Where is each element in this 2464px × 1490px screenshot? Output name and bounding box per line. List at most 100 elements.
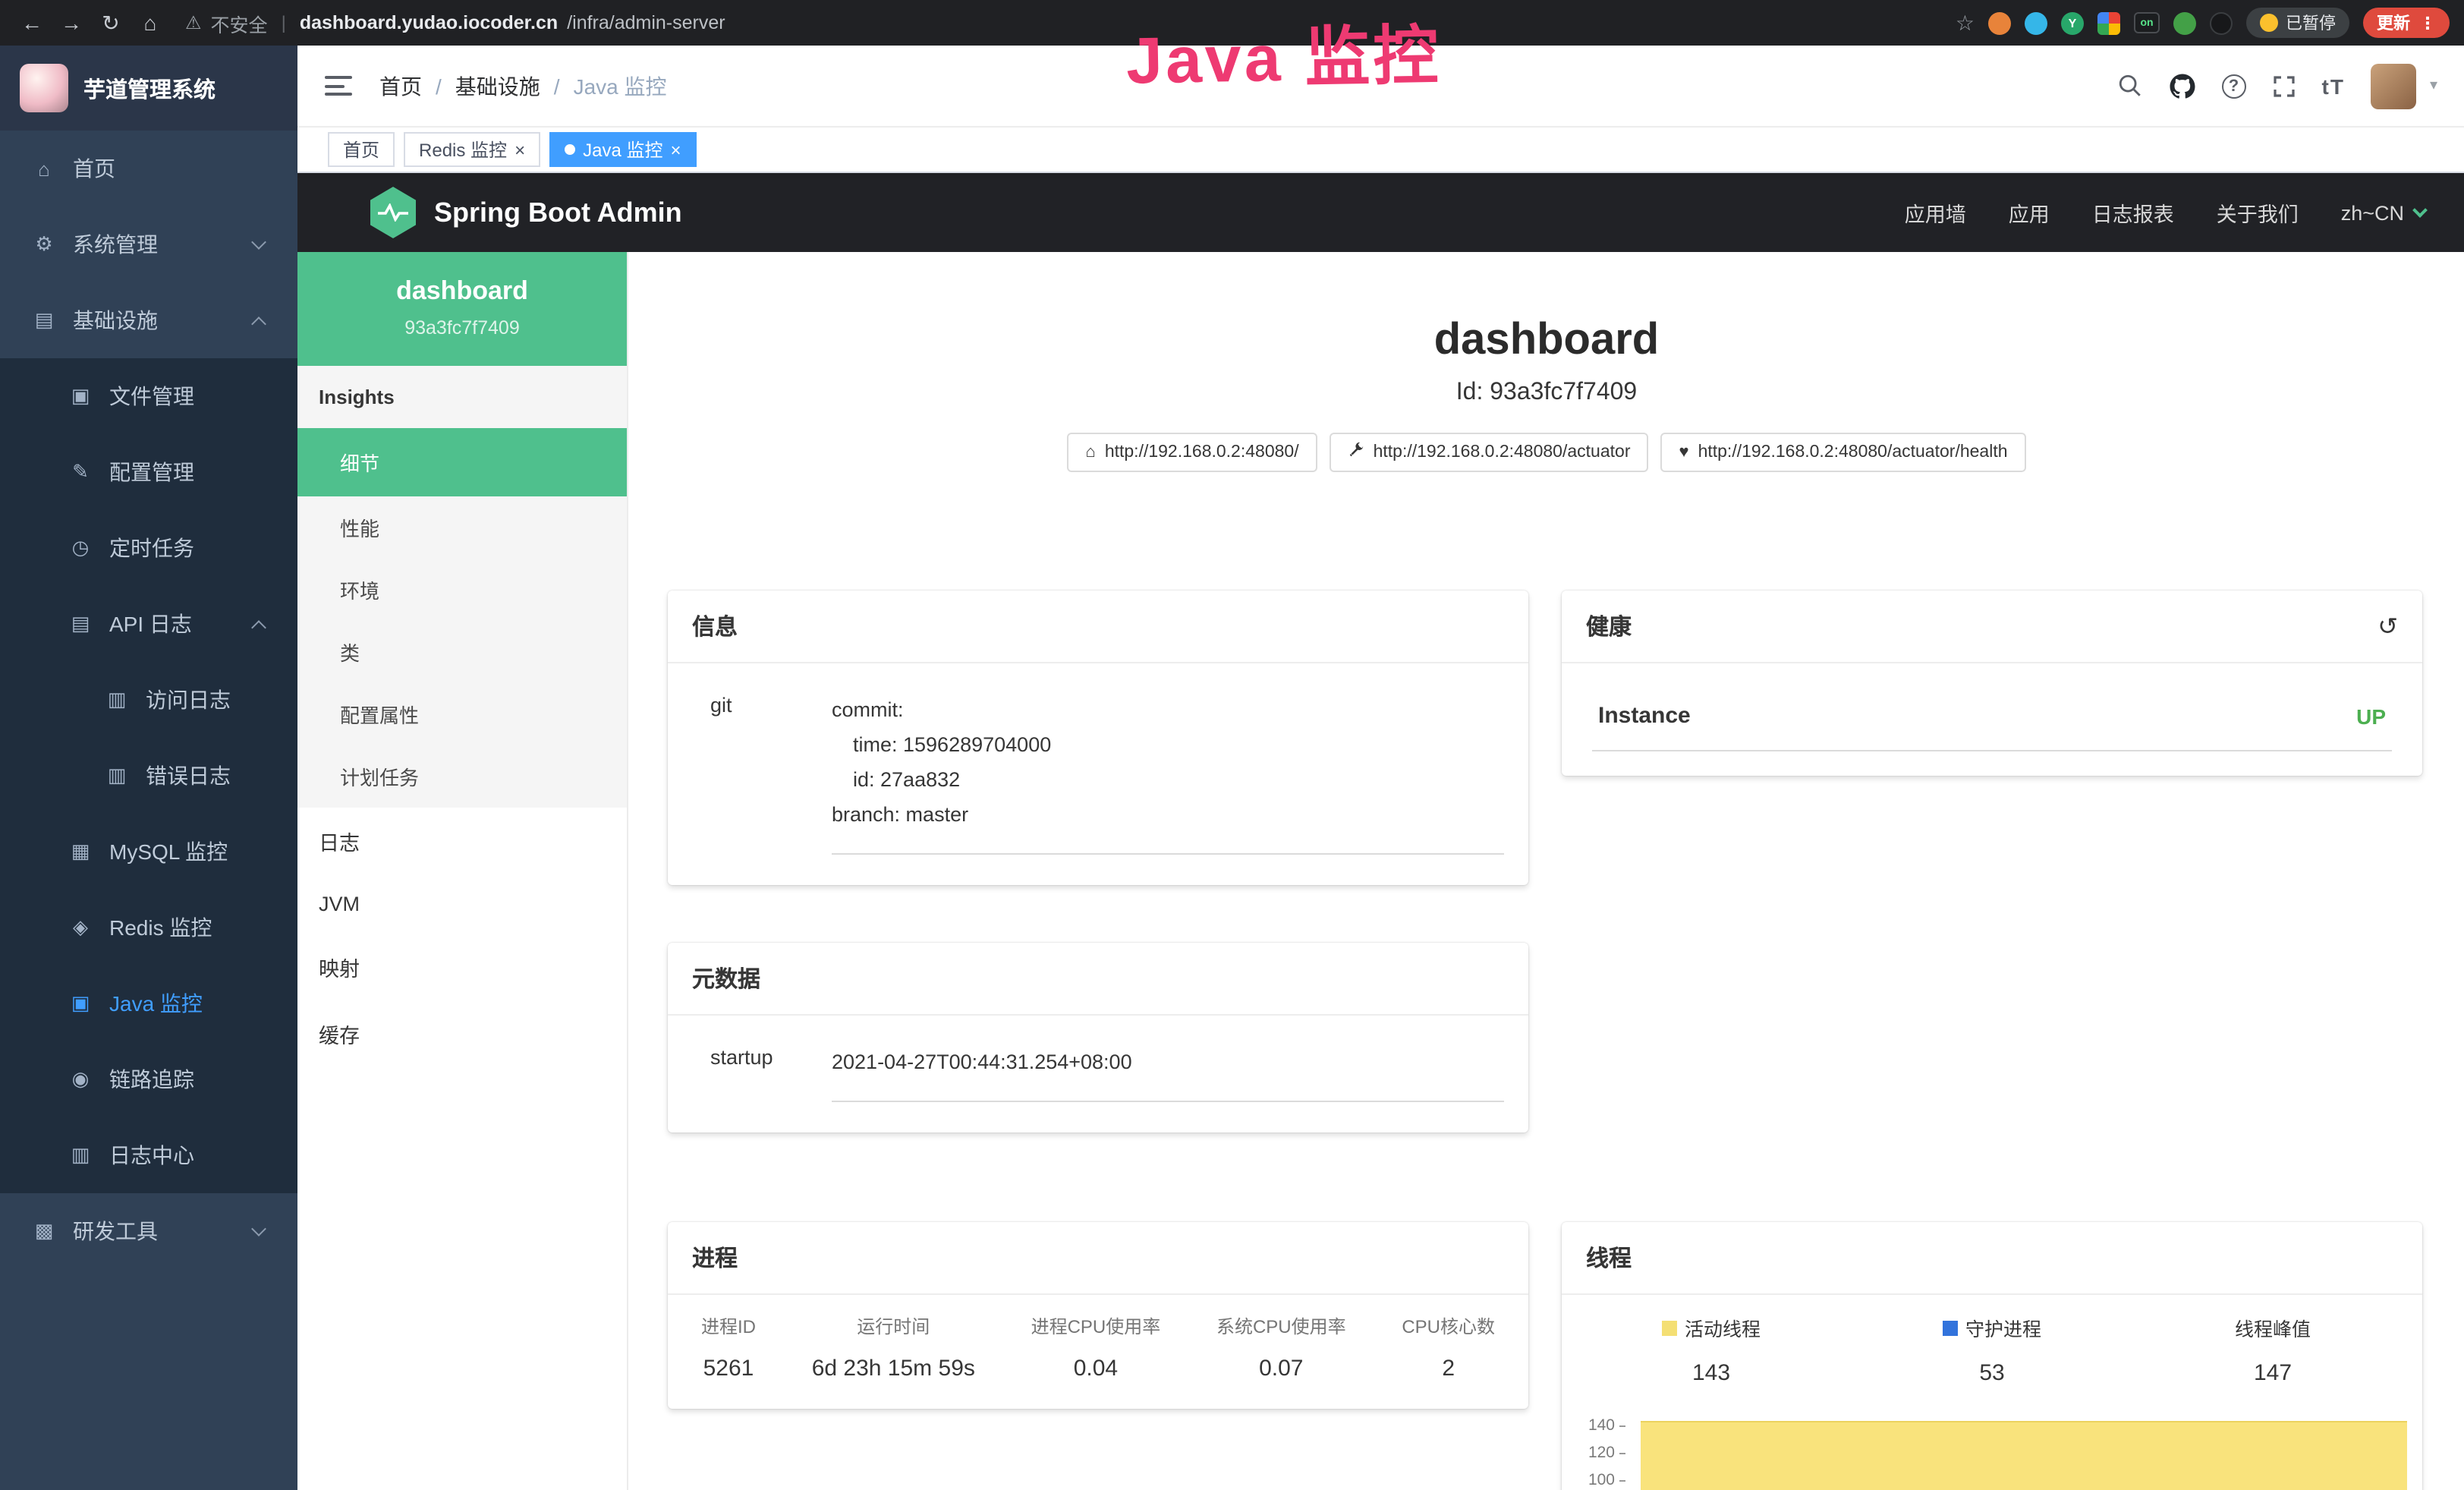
sidebar-item-log-center[interactable]: ▥ 日志中心 bbox=[0, 1117, 297, 1193]
browser-home-icon[interactable]: ⌂ bbox=[131, 3, 170, 43]
refresh-icon[interactable]: ↻ bbox=[91, 3, 131, 43]
close-icon[interactable]: × bbox=[670, 140, 681, 159]
security-label: 不安全 bbox=[211, 8, 268, 37]
app-logo-row: 芋道管理系统 bbox=[0, 46, 297, 131]
sidebar-item-redis-monitor[interactable]: ◈ Redis 监控 bbox=[0, 890, 297, 966]
browser-chrome: ← → ↻ ⌂ ⚠ 不安全 | dashboard.yudao.iocoder.… bbox=[0, 0, 2464, 46]
sba-item-environment[interactable]: 环境 bbox=[297, 559, 627, 621]
sba-nav-about[interactable]: 关于我们 bbox=[2217, 197, 2299, 228]
blue-extension-icon[interactable] bbox=[2025, 11, 2047, 34]
sidebar-item-file-management[interactable]: ▣ 文件管理 bbox=[0, 358, 297, 434]
breadcrumb-home[interactable]: 首页 bbox=[379, 71, 422, 101]
tab-redis-monitor[interactable]: Redis 监控 × bbox=[404, 132, 540, 167]
back-icon[interactable]: ← bbox=[12, 3, 52, 43]
sba-item-details[interactable]: 细节 bbox=[297, 428, 627, 496]
sba-item-performance[interactable]: 性能 bbox=[297, 496, 627, 559]
info-value: commit: time: 1596289704000 id: 27aa832 … bbox=[832, 694, 1504, 855]
chevron-up-icon bbox=[251, 316, 266, 331]
health-instance-row: Instance UP bbox=[1592, 691, 2392, 751]
sidebar-item-trace[interactable]: ◉ 链路追踪 bbox=[0, 1041, 297, 1117]
info-key: git bbox=[692, 694, 832, 855]
sba-item-caches[interactable]: 缓存 bbox=[297, 1000, 627, 1067]
metric-label: CPU核心数 bbox=[1402, 1313, 1495, 1339]
breadcrumb-infrastructure[interactable]: 基础设施 bbox=[455, 71, 540, 101]
sba-nav-applications[interactable]: 应用 bbox=[2009, 197, 2050, 228]
green-extension-icon[interactable]: Y bbox=[2061, 11, 2084, 34]
avatar-caret-icon[interactable]: ▾ bbox=[2430, 77, 2437, 94]
sba-item-mappings[interactable]: 映射 bbox=[297, 934, 627, 1000]
metadata-row-startup: startup 2021-04-27T00:44:31.254+08:00 bbox=[692, 1037, 1504, 1111]
dark-extension-icon[interactable] bbox=[2210, 11, 2233, 34]
chevron-up-icon bbox=[251, 619, 266, 635]
sba-item-logs[interactable]: 日志 bbox=[297, 808, 627, 874]
avatar[interactable] bbox=[2371, 63, 2416, 109]
close-icon[interactable]: × bbox=[515, 140, 525, 159]
history-icon[interactable]: ↺ bbox=[2377, 611, 2398, 641]
sidebar-item-access-logs[interactable]: ▥ 访问日志 bbox=[0, 662, 297, 738]
sba-brand-title[interactable]: Spring Boot Admin bbox=[434, 197, 682, 228]
breadcrumb-current: Java 监控 bbox=[574, 71, 667, 101]
sba-item-scheduled-tasks[interactable]: 计划任务 bbox=[297, 745, 627, 808]
threads-card: 线程 活动线程 143 守护进程 53 bbox=[1562, 1222, 2422, 1490]
grid-extension-icon[interactable] bbox=[2097, 11, 2120, 34]
sba-item-classes[interactable]: 类 bbox=[297, 621, 627, 683]
sba-item-jvm[interactable]: JVM bbox=[297, 874, 627, 934]
sba-content: dashboard Id: 93a3fc7f7409 ⌂ http://192.… bbox=[628, 252, 2464, 1490]
status-badge: UP bbox=[2356, 704, 2386, 728]
fullscreen-icon[interactable] bbox=[2272, 74, 2296, 98]
update-button[interactable]: 更新 ⋮ bbox=[2363, 8, 2450, 38]
process-metric-process-cpu: 进程CPU使用率 0.04 bbox=[1031, 1313, 1161, 1381]
sidebar-item-config-management[interactable]: ✎ 配置管理 bbox=[0, 434, 297, 510]
sidebar-item-label: 系统管理 bbox=[73, 229, 158, 260]
sba-nav-wallboard[interactable]: 应用墙 bbox=[1905, 197, 1966, 228]
header-actions: ? tT ▾ bbox=[2117, 63, 2438, 109]
error-log-icon: ▥ bbox=[103, 764, 131, 788]
sba-language-select[interactable]: zh~CN bbox=[2341, 201, 2425, 224]
url-path: /infra/admin-server bbox=[567, 12, 725, 33]
tab-java-monitor[interactable]: Java 监控 × bbox=[549, 132, 696, 167]
address-bar[interactable]: ⚠ 不安全 | dashboard.yudao.iocoder.cn/infra… bbox=[185, 8, 725, 37]
service-url-link[interactable]: ⌂ http://192.168.0.2:48080/ bbox=[1068, 433, 1317, 472]
sidebar-item-api-logs[interactable]: ▤ API 日志 bbox=[0, 586, 297, 662]
sba-instance-header[interactable]: dashboard 93a3fc7f7409 bbox=[297, 252, 627, 366]
sidebar-item-mysql-monitor[interactable]: ▦ MySQL 监控 bbox=[0, 814, 297, 890]
admin-sidebar: 芋道管理系统 ⌂ 首页 ⚙ 系统管理 ▤ 基础设施 ▣ 文件管理 ✎ bbox=[0, 46, 297, 1490]
forward-icon[interactable]: → bbox=[52, 3, 91, 43]
tools-icon: ▩ bbox=[30, 1219, 58, 1243]
sidebar-item-label: 文件管理 bbox=[109, 381, 194, 411]
github-icon[interactable] bbox=[2169, 72, 2196, 99]
sba-item-config-properties[interactable]: 配置属性 bbox=[297, 683, 627, 745]
legend-live-threads: 活动线程 143 bbox=[1571, 1313, 1852, 1386]
sidebar-item-dev-tools[interactable]: ▩ 研发工具 bbox=[0, 1193, 297, 1269]
bookmark-star-icon[interactable]: ☆ bbox=[1956, 10, 1975, 36]
sidebar-item-label: 链路追踪 bbox=[109, 1064, 194, 1095]
sidebar-item-system-management[interactable]: ⚙ 系统管理 bbox=[0, 206, 297, 282]
browser-menu-kebab-icon[interactable]: ⋮ bbox=[2419, 13, 2436, 33]
sidebar-item-infrastructure[interactable]: ▤ 基础设施 bbox=[0, 282, 297, 358]
tab-home[interactable]: 首页 bbox=[328, 132, 395, 167]
leaf-extension-icon[interactable] bbox=[2173, 11, 2196, 34]
sidebar-item-java-monitor[interactable]: ▣ Java 监控 bbox=[0, 966, 297, 1041]
chrome-toolbar: ☆ Y on 已暂停 更新 ⋮ bbox=[1956, 8, 2453, 38]
wrench-icon bbox=[1348, 442, 1364, 463]
sba-nav-journal[interactable]: 日志报表 bbox=[2092, 197, 2174, 228]
font-size-icon[interactable]: tT bbox=[2322, 74, 2345, 98]
legend-value: 53 bbox=[1852, 1359, 2132, 1385]
yellow-legend-swatch bbox=[1662, 1320, 1677, 1335]
health-url-link[interactable]: ♥ http://192.168.0.2:48080/actuator/heal… bbox=[1661, 433, 2026, 472]
paused-extension-badge[interactable]: 已暂停 bbox=[2246, 8, 2349, 38]
metadata-key: startup bbox=[692, 1046, 832, 1102]
process-metric-pid: 进程ID 5261 bbox=[701, 1313, 756, 1381]
sidebar-item-scheduled-tasks[interactable]: ◷ 定时任务 bbox=[0, 510, 297, 586]
sidebar-item-error-logs[interactable]: ▥ 错误日志 bbox=[0, 738, 297, 814]
orange-extension-icon[interactable] bbox=[1988, 11, 2011, 34]
actuator-url-link[interactable]: http://192.168.0.2:48080/actuator bbox=[1330, 433, 1649, 472]
on-badge-extension-icon[interactable]: on bbox=[2134, 12, 2160, 33]
sidebar-item-home[interactable]: ⌂ 首页 bbox=[0, 131, 297, 206]
help-icon[interactable]: ? bbox=[2222, 74, 2246, 98]
hamburger-icon[interactable] bbox=[325, 76, 352, 96]
address-divider: | bbox=[282, 12, 286, 33]
tab-label: Redis 监控 bbox=[419, 137, 507, 162]
threads-legend: 活动线程 143 守护进程 53 线程峰值 147 bbox=[1562, 1295, 2422, 1389]
search-icon[interactable] bbox=[2117, 73, 2143, 99]
